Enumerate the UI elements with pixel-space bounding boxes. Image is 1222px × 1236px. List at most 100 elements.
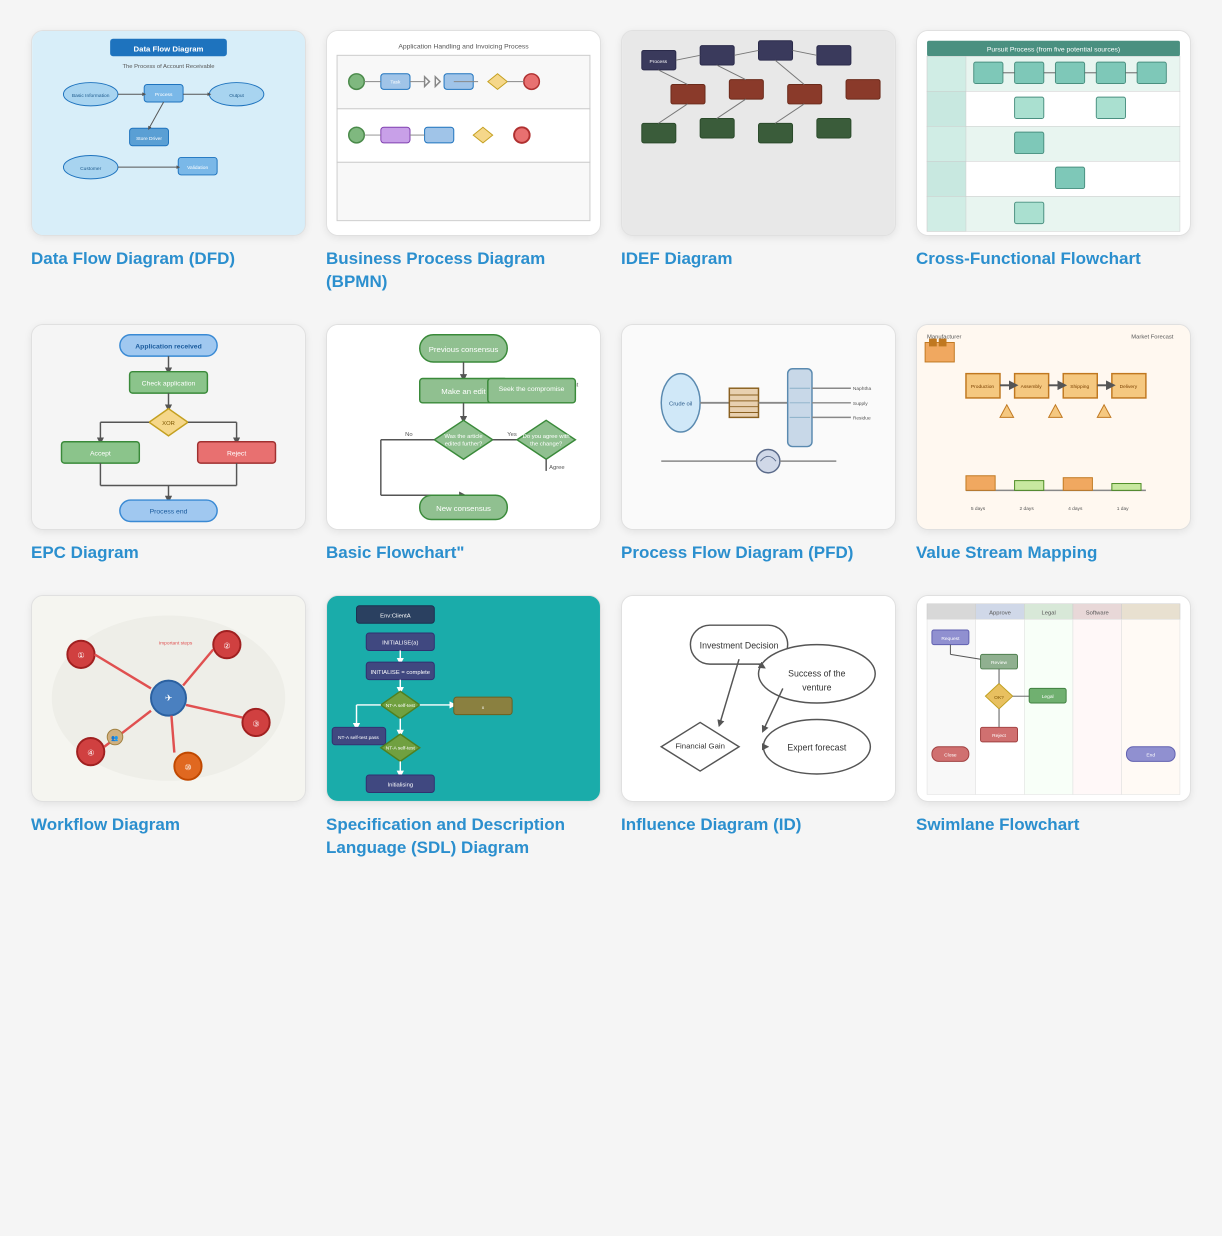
svg-text:Task: Task <box>390 80 401 86</box>
svg-text:Success of the: Success of the <box>788 669 846 679</box>
svg-text:1 day: 1 day <box>1117 506 1129 512</box>
svg-text:Shipping: Shipping <box>1070 384 1089 390</box>
card-label-swimlane: Swimlane Flowchart <box>916 814 1191 837</box>
svg-text:③: ③ <box>253 720 260 729</box>
svg-text:✈: ✈ <box>165 693 173 703</box>
svg-text:Pursuit Process (from five pot: Pursuit Process (from five potential sou… <box>987 46 1120 53</box>
svg-text:The Process of Account Receiva: The Process of Account Receivable <box>122 64 214 70</box>
svg-text:Review: Review <box>991 660 1007 666</box>
card-dfd[interactable]: Data Flow Diagram The Process of Account… <box>31 30 306 294</box>
thumbnail-swimlane: Approve Legal Software Request Review OK… <box>916 595 1191 801</box>
svg-text:Yes: Yes <box>507 432 517 438</box>
svg-text:Do you agree with: Do you agree with <box>523 434 570 440</box>
svg-text:Assembly: Assembly <box>1021 384 1043 390</box>
card-sdl[interactable]: Env:ClientA INITIALISE(a) INITIALISE = c… <box>326 595 601 859</box>
card-label-epc: EPC Diagram <box>31 542 306 565</box>
svg-text:NT-A self-test: NT-A self-test <box>386 746 416 752</box>
svg-text:venture: venture <box>802 683 831 693</box>
svg-text:Seek the compromise: Seek the compromise <box>499 386 565 393</box>
svg-text:Data Flow Diagram: Data Flow Diagram <box>134 44 204 53</box>
svg-text:Process: Process <box>650 59 668 65</box>
card-label-pfd: Process Flow Diagram (PFD) <box>621 542 896 565</box>
card-swimlane[interactable]: Approve Legal Software Request Review OK… <box>916 595 1191 859</box>
card-label-bpmn: Business Process Diagram (BPMN) <box>326 248 601 294</box>
card-label-idef: IDEF Diagram <box>621 248 896 271</box>
card-cross[interactable]: Pursuit Process (from five potential sou… <box>916 30 1191 294</box>
svg-text:Important steps: Important steps <box>159 641 193 647</box>
svg-text:Delivery: Delivery <box>1120 384 1138 390</box>
svg-text:Basic Information: Basic Information <box>72 93 110 99</box>
svg-text:④: ④ <box>87 749 94 758</box>
svg-text:Initialising: Initialising <box>387 783 413 789</box>
card-workflow[interactable]: ✈ ① ② ③ ⑩ ④ 👥 Important steps Workflow D… <box>31 595 306 859</box>
svg-text:Reject: Reject <box>992 733 1006 739</box>
svg-text:Agree: Agree <box>549 465 565 471</box>
svg-text:Was the article: Was the article <box>444 434 482 440</box>
svg-text:Check application: Check application <box>142 380 196 387</box>
svg-text:Previous consensus: Previous consensus <box>429 345 499 354</box>
svg-text:Legal: Legal <box>1042 694 1054 700</box>
svg-text:Financial Gain: Financial Gain <box>675 742 725 751</box>
thumbnail-epc: Application received Check application X… <box>31 324 306 530</box>
card-label-basic: Basic Flowchart" <box>326 542 601 565</box>
svg-text:End: End <box>1146 753 1155 759</box>
svg-text:②: ② <box>223 642 230 651</box>
svg-text:Request: Request <box>941 636 960 642</box>
svg-text:Investment Decision: Investment Decision <box>700 641 779 651</box>
svg-text:edited further?: edited further? <box>445 442 483 448</box>
svg-text:Residue: Residue <box>853 415 871 421</box>
svg-text:Crude oil: Crude oil <box>669 402 692 408</box>
svg-text:Accept: Accept <box>90 450 111 457</box>
svg-text:Legal: Legal <box>1042 611 1056 617</box>
thumbnail-workflow: ✈ ① ② ③ ⑩ ④ 👥 Important steps <box>31 595 306 801</box>
thumbnail-pfd: Crude oil Naphtha Supply Residue <box>621 324 896 530</box>
svg-text:XOR: XOR <box>162 421 175 427</box>
thumbnail-vsm: Manufacturer Market Forecast Production … <box>916 324 1191 530</box>
card-influence[interactable]: Investment Decision Success of the ventu… <box>621 595 896 859</box>
svg-text:Expert forecast: Expert forecast <box>787 743 846 753</box>
thumbnail-bpmn: Application Handling and Invoicing Proce… <box>326 30 601 236</box>
svg-text:Naphtha: Naphtha <box>853 386 872 392</box>
thumbnail-idef: Process <box>621 30 896 236</box>
card-pfd[interactable]: Crude oil Naphtha Supply Residue <box>621 324 896 565</box>
svg-text:①: ① <box>77 652 84 661</box>
card-label-sdl: Specification and Description Language (… <box>326 814 601 860</box>
card-label-influence: Influence Diagram (ID) <box>621 814 896 837</box>
diagram-grid: Data Flow Diagram The Process of Account… <box>31 30 1191 859</box>
svg-text:Software: Software <box>1086 611 1109 617</box>
card-basic[interactable]: Previous consensus Make an edit Implemen… <box>326 324 601 565</box>
card-epc[interactable]: Application received Check application X… <box>31 324 306 565</box>
card-vsm[interactable]: Manufacturer Market Forecast Production … <box>916 324 1191 565</box>
card-label-cross: Cross-Functional Flowchart <box>916 248 1191 271</box>
svg-text:Supply: Supply <box>853 401 868 407</box>
thumbnail-cross: Pursuit Process (from five potential sou… <box>916 30 1191 236</box>
svg-text:OK?: OK? <box>994 695 1004 701</box>
card-idef[interactable]: Process IDEF Diagram <box>621 30 896 294</box>
card-label-dfd: Data Flow Diagram (DFD) <box>31 248 306 271</box>
card-label-workflow: Workflow Diagram <box>31 814 306 837</box>
svg-text:INITIALISE(a): INITIALISE(a) <box>382 641 418 647</box>
svg-text:5 days: 5 days <box>971 506 986 512</box>
svg-text:Make an edit: Make an edit <box>441 387 486 396</box>
svg-text:Output: Output <box>229 93 244 99</box>
thumbnail-influence: Investment Decision Success of the ventu… <box>621 595 896 801</box>
svg-text:2 days: 2 days <box>1019 506 1034 512</box>
svg-text:Env:ClientA: Env:ClientA <box>380 614 411 620</box>
svg-text:NT-A self-test pass: NT-A self-test pass <box>338 735 379 741</box>
card-label-vsm: Value Stream Mapping <box>916 542 1191 565</box>
svg-text:the change?: the change? <box>530 442 563 448</box>
svg-text:Close: Close <box>944 753 957 759</box>
svg-text:Process end: Process end <box>150 509 188 516</box>
svg-text:NT-A self-test: NT-A self-test <box>386 703 416 709</box>
svg-text:⑩: ⑩ <box>184 763 191 772</box>
svg-text:Approve: Approve <box>989 611 1011 617</box>
svg-text:Process: Process <box>155 92 173 98</box>
svg-text:Reject: Reject <box>227 450 246 457</box>
card-bpmn[interactable]: Application Handling and Invoicing Proce… <box>326 30 601 294</box>
svg-text:Application Handling and Invoi: Application Handling and Invoicing Proce… <box>398 44 529 51</box>
svg-text:4 days: 4 days <box>1068 506 1083 512</box>
svg-text:Production: Production <box>971 384 995 390</box>
thumbnail-dfd: Data Flow Diagram The Process of Account… <box>31 30 306 236</box>
thumbnail-basic: Previous consensus Make an edit Implemen… <box>326 324 601 530</box>
svg-text:New consensus: New consensus <box>436 504 491 513</box>
